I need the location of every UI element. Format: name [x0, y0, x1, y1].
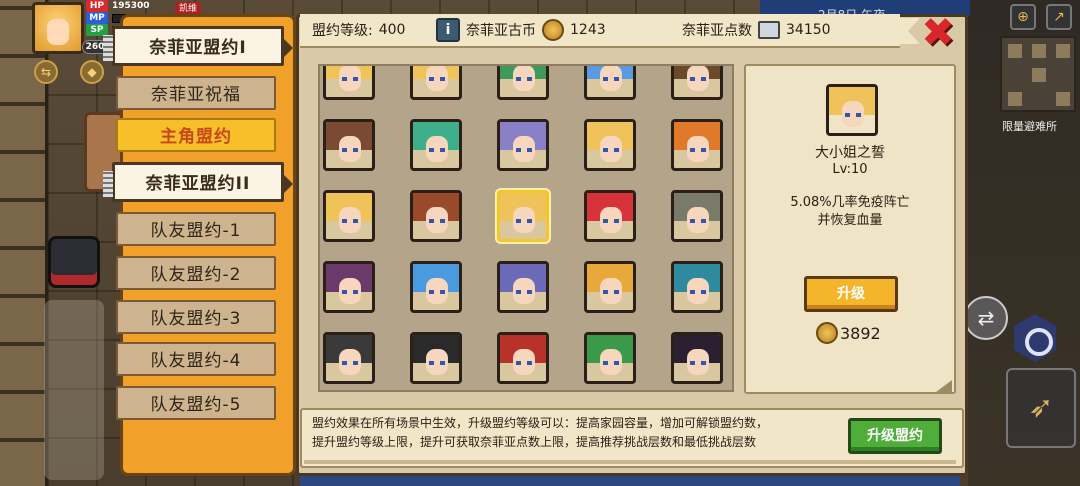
upgrade-button[interactable]: 升级 [804, 276, 898, 312]
companion-portrait[interactable] [497, 66, 549, 100]
info-icon[interactable]: i [436, 18, 460, 42]
companion-portrait[interactable] [584, 119, 636, 171]
companion-portrait[interactable] [323, 119, 375, 171]
detail-level: Lv:10 [832, 162, 868, 177]
detail-desc-line2: 并恢复血量 [817, 213, 883, 228]
mp-label: MP [86, 12, 108, 24]
companion-portrait[interactable] [671, 66, 723, 100]
companion-portrait[interactable] [410, 261, 462, 313]
player-avatar[interactable] [32, 2, 84, 54]
companion-portrait[interactable] [671, 261, 723, 313]
upgrade-cost: 3892 [816, 322, 881, 344]
companion-portrait[interactable] [323, 261, 375, 313]
points-label: 奈菲亚点数 [682, 23, 752, 39]
tab-teammate-league-1[interactable]: 队友盟约-1 [116, 212, 276, 246]
companion-portrait[interactable] [323, 190, 375, 242]
background-chair [48, 236, 100, 288]
detail-desc-line1: 5.08%几率免疫阵亡 [790, 195, 910, 210]
companion-portrait[interactable] [584, 190, 636, 242]
companion-portrait[interactable] [584, 332, 636, 384]
companion-portrait[interactable] [671, 332, 723, 384]
level-up-league-button[interactable]: 升级盟约 [848, 418, 942, 454]
minimap[interactable] [1000, 36, 1076, 112]
companion-portrait[interactable] [323, 66, 375, 100]
close-icon[interactable]: ✖ [918, 13, 958, 54]
tab-hero-league[interactable]: 主角盟约 [116, 118, 276, 152]
points-value: 34150 [786, 22, 831, 38]
companion-portrait[interactable] [410, 190, 462, 242]
movement-dpad[interactable] [44, 300, 104, 480]
bottom-info-line1: 盟约效果在所有场景中生效，升级盟约等级可以：提高家园容量，增加可解锁盟约数， [312, 416, 769, 430]
globe-icon[interactable]: ⊕ [1010, 4, 1036, 30]
tab-teammate-league-5[interactable]: 队友盟约-5 [116, 386, 276, 420]
companion-portrait[interactable] [671, 190, 723, 242]
tab-nephia-blessing[interactable]: 奈菲亚祝福 [116, 76, 276, 110]
companion-portrait[interactable] [410, 66, 462, 100]
portrait-grid [318, 64, 734, 392]
companion-portrait[interactable] [584, 66, 636, 100]
detail-portrait [826, 84, 878, 136]
exit-icon[interactable]: ↗ [1046, 4, 1072, 30]
hp-label: HP [86, 0, 108, 12]
bow-weapon-icon[interactable]: ➶ [1006, 368, 1076, 448]
bottom-scrollbar[interactable] [304, 460, 956, 464]
companion-portrait[interactable] [497, 332, 549, 384]
companion-portrait[interactable] [497, 190, 549, 242]
tab-nephia-league-2[interactable]: 奈菲亚盟约II [103, 162, 293, 202]
companion-portrait[interactable] [410, 119, 462, 171]
coin-icon [816, 322, 838, 344]
tab-teammate-league-4[interactable]: 队友盟约-4 [116, 342, 276, 376]
companion-portrait[interactable] [497, 119, 549, 171]
detail-name: 大小姐之誓 [815, 145, 885, 161]
companion-portrait[interactable] [584, 261, 636, 313]
upgrade-cost-value: 3892 [840, 323, 881, 343]
tab-nephia-league-1[interactable]: 奈菲亚盟约I [103, 26, 293, 66]
swap-icon[interactable]: ⇄ [964, 296, 1008, 340]
companion-portrait[interactable] [497, 261, 549, 313]
buff-icon[interactable]: ⇆ [34, 60, 58, 84]
points-card-icon [758, 21, 780, 39]
hp-value: 195300 [112, 1, 150, 11]
companion-portrait[interactable] [410, 332, 462, 384]
companion-portrait[interactable] [323, 332, 375, 384]
detail-description: 5.08%几率免疫阵亡 并恢复血量 [744, 194, 956, 230]
league-topbar: 盟约等级: 400 i 奈菲亚古币 1243 奈菲亚点数 34150 [300, 14, 900, 48]
skill-icon[interactable]: ◆ [80, 60, 104, 84]
tab-teammate-league-3[interactable]: 队友盟约-3 [116, 300, 276, 334]
league-level-value: 400 [378, 22, 406, 38]
coin-value: 1243 [570, 22, 606, 38]
bottom-info-line2: 提升盟约等级上限，提升可获取奈菲亚点数上限，提高推荐挑战层数和最低挑战层数 [312, 435, 757, 449]
bottom-info-text: 盟约效果在所有场景中生效，升级盟约等级可以：提高家园容量，增加可解锁盟约数， 提… [312, 414, 840, 452]
companion-portrait[interactable] [671, 119, 723, 171]
minimap-label: 限量避难所 [1002, 120, 1057, 133]
league-level-label: 盟约等级: [312, 23, 373, 39]
coin-label: 奈菲亚古币 [466, 23, 536, 39]
tab-teammate-league-2[interactable]: 队友盟约-2 [116, 256, 276, 290]
coin-icon [542, 19, 564, 41]
